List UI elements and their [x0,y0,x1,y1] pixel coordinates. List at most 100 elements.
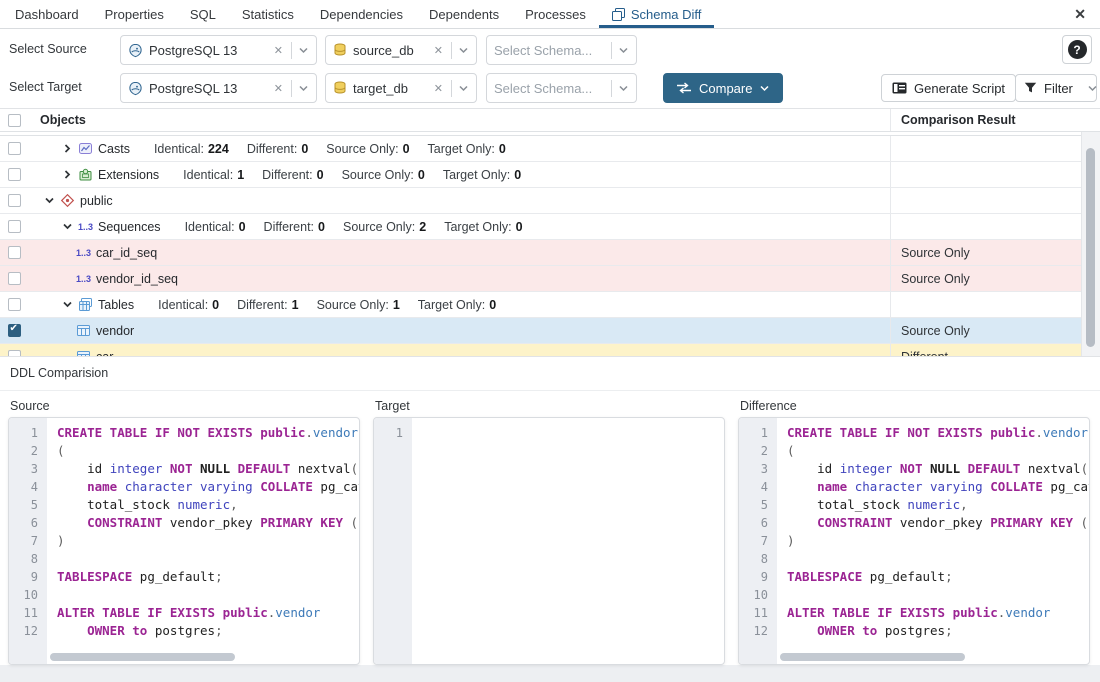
target-server-select[interactable]: PostgreSQL 13 ✕ [120,73,317,103]
code-area[interactable]: CREATE TABLE IF NOT EXISTS public.vendor… [777,418,1089,664]
chevron-right-icon[interactable] [62,143,78,154]
comparison-result-cell: Source Only [890,266,1082,291]
comparison-result-column-header: Comparison Result [890,109,1082,131]
target-schema-placeholder: Select Schema... [494,81,605,96]
grid-row-Extensions[interactable]: ExtensionsIdentical:1Different:0Source O… [0,162,1082,188]
chevron-down-icon[interactable] [1087,83,1098,94]
tab-statistics[interactable]: Statistics [229,0,307,28]
chevron-right-icon[interactable] [62,169,78,180]
select-target-label: Select Target [9,80,82,94]
comparison-result-cell: Source Only [890,240,1082,265]
generate-script-button[interactable]: Generate Script [881,74,1016,102]
close-icon[interactable]: ✕ [1060,0,1100,28]
tab-processes[interactable]: Processes [512,0,599,28]
code-area[interactable]: CREATE TABLE IF NOT EXISTS public.vendor… [47,418,359,664]
node-label: public [80,194,113,208]
grid-row-Tables[interactable]: TablesIdentical:0Different:1Source Only:… [0,292,1082,318]
grid-row-public[interactable]: public [0,188,1082,214]
target-database-select[interactable]: target_db ✕ [325,73,477,103]
row-checkbox[interactable] [8,168,21,181]
code-line: CONSTRAINT vendor_pkey PRIMARY KEY (i [777,514,1089,532]
node-label: Sequences [98,220,161,234]
code-line [777,586,1089,604]
code-line: CREATE TABLE IF NOT EXISTS public.vendor [47,424,359,442]
code-line: ( [777,442,1089,460]
chevron-down-icon[interactable] [44,195,60,206]
compare-button[interactable]: Compare [663,73,783,103]
tab-properties[interactable]: Properties [92,0,177,28]
chevron-down-icon[interactable] [62,299,78,310]
clear-icon[interactable]: ✕ [272,82,285,95]
chevron-down-icon[interactable] [759,83,770,94]
line-number-gutter: 1 [374,418,412,664]
tab-label: Statistics [242,7,294,22]
tab-schema-diff[interactable]: Schema Diff [599,0,715,28]
grid-row-vendor_id_seq[interactable]: 1..3vendor_id_seqSource Only [0,266,1082,292]
chevron-down-icon[interactable] [298,83,309,94]
scrollbar-thumb[interactable] [1086,148,1095,347]
chevron-down-icon[interactable] [458,83,469,94]
select-source-label: Select Source [9,42,87,56]
grid-row-car_id_seq[interactable]: 1..3car_id_seqSource Only [0,240,1082,266]
grid-row-vendor[interactable]: vendorSource Only [0,318,1082,344]
filter-icon [1024,82,1037,94]
row-checkbox[interactable] [8,272,21,285]
table-icon [76,323,96,338]
clear-icon[interactable]: ✕ [272,44,285,57]
line-number-gutter: 123456789101112 [9,418,47,664]
code-line [47,586,359,604]
code-line: OWNER to postgres; [47,622,359,640]
ddl-source-editor[interactable]: 123456789101112CREATE TABLE IF NOT EXIST… [8,417,360,665]
target-schema-select[interactable]: Select Schema... [486,73,637,103]
clear-icon[interactable]: ✕ [432,82,445,95]
code-line: ( [47,442,359,460]
chevron-down-icon[interactable] [618,83,629,94]
horizontal-scrollbar-thumb[interactable] [780,653,965,661]
code-area[interactable] [412,418,724,664]
row-checkbox[interactable] [8,246,21,259]
code-line [47,550,359,568]
select-all-checkbox[interactable] [8,114,21,127]
postgresql-icon [128,43,143,58]
tab-dependents[interactable]: Dependents [416,0,512,28]
row-checkbox[interactable] [8,324,21,337]
code-line: TABLESPACE pg_default; [777,568,1089,586]
horizontal-scrollbar-thumb[interactable] [50,653,235,661]
grid-row-Casts[interactable]: CastsIdentical:224Different:0Source Only… [0,136,1082,162]
script-icon [892,82,907,94]
tab-dashboard[interactable]: Dashboard [2,0,92,28]
help-icon: ? [1068,40,1087,59]
comparison-result-cell [890,136,1082,161]
source-server-value: PostgreSQL 13 [149,43,266,58]
filter-button[interactable]: Filter [1015,74,1097,102]
grid-row-Sequences[interactable]: 1..3SequencesIdentical:0Different:0Sourc… [0,214,1082,240]
code-line: ALTER TABLE IF EXISTS public.vendor [47,604,359,622]
source-server-select[interactable]: PostgreSQL 13 ✕ [120,35,317,65]
comparison-result-cell [890,214,1082,239]
row-checkbox[interactable] [8,220,21,233]
tab-dependencies[interactable]: Dependencies [307,0,416,28]
tab-label: SQL [190,7,216,22]
ddl-difference-editor[interactable]: 123456789101112CREATE TABLE IF NOT EXIST… [738,417,1090,665]
tab-label: Dashboard [15,7,79,22]
ddl-target-editor[interactable]: 1 [373,417,725,665]
source-schema-select[interactable]: Select Schema... [486,35,637,65]
tab-sql[interactable]: SQL [177,0,229,28]
row-checkbox[interactable] [8,194,21,207]
vertical-scrollbar[interactable] [1081,132,1100,357]
code-line: ) [47,532,359,550]
comparison-grid: Objects Comparison Result CastsIdentical… [0,108,1100,356]
chevron-down-icon[interactable] [458,45,469,56]
chevron-down-icon[interactable] [298,45,309,56]
ddl-section-title: DDL Comparision [0,357,1100,391]
chevron-down-icon[interactable] [618,45,629,56]
clear-icon[interactable]: ✕ [432,44,445,57]
sequence-icon: 1..3 [78,222,98,232]
node-label: vendor [96,324,134,338]
chevron-down-icon[interactable] [62,221,78,232]
code-line: ) [777,532,1089,550]
source-database-select[interactable]: source_db ✕ [325,35,477,65]
row-checkbox[interactable] [8,298,21,311]
row-checkbox[interactable] [8,142,21,155]
help-button[interactable]: ? [1062,35,1092,64]
